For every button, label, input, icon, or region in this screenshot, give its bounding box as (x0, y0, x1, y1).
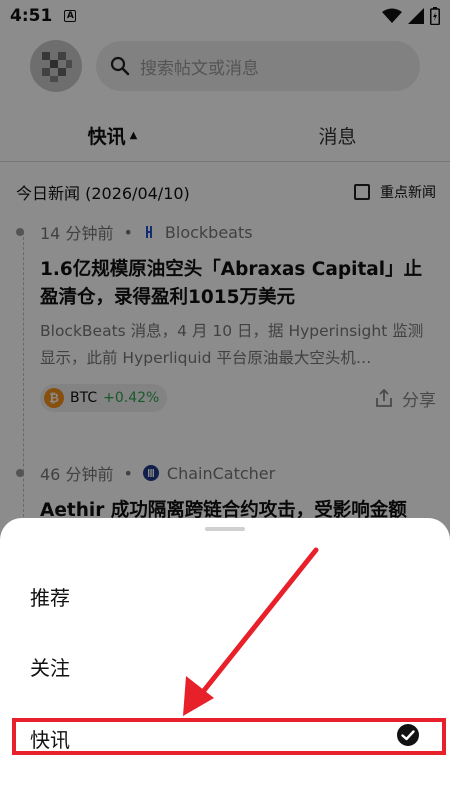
bottom-sheet: 推荐 关注 快讯 (0, 518, 450, 801)
sheet-item-recommended[interactable]: 推荐 (30, 582, 70, 611)
sheet-item-following[interactable]: 关注 (30, 652, 70, 681)
highlight-box (12, 718, 446, 755)
sheet-handle[interactable] (205, 527, 245, 531)
